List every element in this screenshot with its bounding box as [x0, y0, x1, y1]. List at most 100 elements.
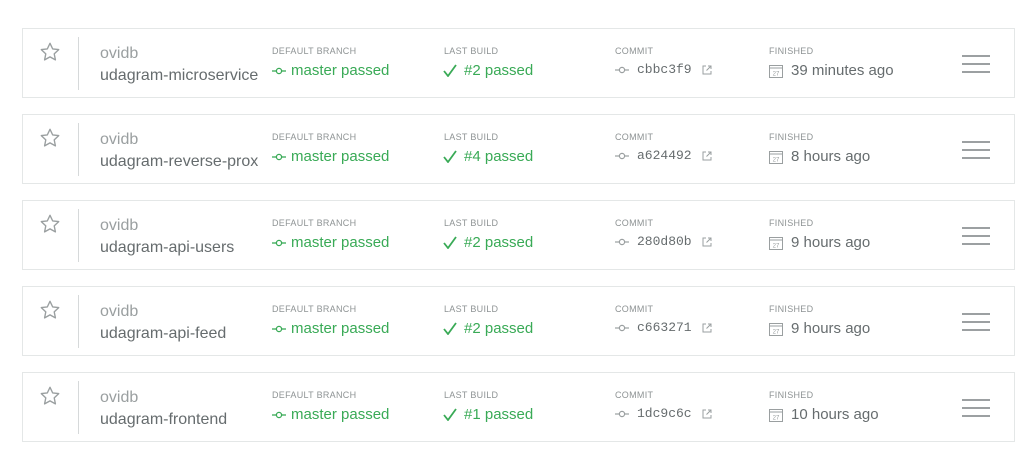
default-branch-text: master passed: [291, 148, 390, 165]
commit-icon: [615, 66, 629, 73]
commit-value: c663271: [615, 320, 712, 335]
default-branch-status[interactable]: master passed: [272, 320, 389, 337]
finished-value: 27 10 hours ago: [769, 406, 879, 423]
repo-name-link[interactable]: udagram-api-feed: [100, 325, 258, 343]
check-icon: [443, 150, 457, 163]
commit-hash: c663271: [637, 320, 692, 335]
default-branch-status[interactable]: master passed: [272, 62, 389, 79]
last-build-label: LAST BUILD: [444, 46, 499, 56]
external-link-icon[interactable]: [702, 409, 712, 419]
finished-text: 9 hours ago: [791, 320, 871, 337]
branch-icon: [272, 411, 286, 418]
commit-hash: a624492: [637, 148, 692, 163]
commit-hash: cbbc3f9: [637, 62, 692, 77]
finished-value: 27 8 hours ago: [769, 148, 870, 165]
commit-hash: 1dc9c6c: [637, 406, 692, 421]
commit-label: COMMIT: [615, 218, 654, 228]
star-icon[interactable]: [39, 385, 61, 407]
last-build-text: #1 passed: [464, 406, 534, 423]
repo-name-link[interactable]: udagram-api-users: [100, 239, 258, 257]
commit-hash: 280d80b: [637, 234, 692, 249]
svg-text:27: 27: [773, 243, 780, 249]
commit-label: COMMIT: [615, 390, 654, 400]
default-branch-status[interactable]: master passed: [272, 234, 389, 251]
repo-card: ovidb udagram-api-users DEFAULT BRANCH m…: [22, 200, 1015, 270]
repo-owner: ovidb: [100, 45, 139, 62]
last-build-link[interactable]: #2 passed: [443, 234, 533, 251]
svg-text:27: 27: [773, 415, 780, 421]
check-icon: [443, 322, 457, 335]
menu-icon[interactable]: [962, 399, 990, 417]
last-build-link[interactable]: #4 passed: [443, 148, 533, 165]
finished-text: 8 hours ago: [791, 148, 871, 165]
branch-icon: [272, 239, 286, 246]
default-branch-status[interactable]: master passed: [272, 148, 389, 165]
repo-card: ovidb udagram-reverse-proxy DEFAULT BRAN…: [22, 114, 1015, 184]
repo-owner: ovidb: [100, 303, 139, 320]
finished-label: FINISHED: [769, 304, 814, 314]
finished-label: FINISHED: [769, 132, 814, 142]
external-link-icon[interactable]: [702, 323, 712, 333]
last-build-label: LAST BUILD: [444, 390, 499, 400]
last-build-link[interactable]: #2 passed: [443, 62, 533, 79]
default-branch-label: DEFAULT BRANCH: [272, 390, 357, 400]
last-build-label: LAST BUILD: [444, 218, 499, 228]
commit-value: 280d80b: [615, 234, 712, 249]
external-link-icon[interactable]: [702, 151, 712, 161]
calendar-icon: 27: [769, 408, 783, 422]
commit-icon: [615, 238, 629, 245]
branch-icon: [272, 153, 286, 160]
menu-icon[interactable]: [962, 313, 990, 331]
last-build-text: #2 passed: [464, 234, 534, 251]
commit-icon: [615, 152, 629, 159]
menu-icon[interactable]: [962, 227, 990, 245]
divider: [78, 37, 79, 90]
commit-value: 1dc9c6c: [615, 406, 712, 421]
default-branch-text: master passed: [291, 62, 390, 79]
star-icon[interactable]: [39, 41, 61, 63]
commit-icon: [615, 410, 629, 417]
check-icon: [443, 408, 457, 421]
default-branch-label: DEFAULT BRANCH: [272, 218, 357, 228]
check-icon: [443, 64, 457, 77]
default-branch-text: master passed: [291, 320, 390, 337]
menu-icon[interactable]: [962, 141, 990, 159]
repo-name-link[interactable]: udagram-frontend: [100, 411, 258, 429]
repo-owner: ovidb: [100, 131, 139, 148]
last-build-text: #2 passed: [464, 62, 534, 79]
last-build-label: LAST BUILD: [444, 304, 499, 314]
last-build-link[interactable]: #1 passed: [443, 406, 533, 423]
commit-icon: [615, 324, 629, 331]
star-icon[interactable]: [39, 299, 61, 321]
last-build-link[interactable]: #2 passed: [443, 320, 533, 337]
finished-value: 27 39 minutes ago: [769, 62, 894, 79]
svg-text:27: 27: [773, 71, 780, 77]
repo-name-link[interactable]: udagram-reverse-proxy: [100, 153, 258, 171]
finished-label: FINISHED: [769, 390, 814, 400]
divider: [78, 381, 79, 434]
finished-label: FINISHED: [769, 46, 814, 56]
finished-text: 39 minutes ago: [791, 62, 894, 79]
star-icon[interactable]: [39, 127, 61, 149]
calendar-icon: 27: [769, 64, 783, 78]
branch-icon: [272, 67, 286, 74]
commit-label: COMMIT: [615, 132, 654, 142]
external-link-icon[interactable]: [702, 65, 712, 75]
menu-icon[interactable]: [962, 55, 990, 73]
repo-name-link[interactable]: udagram-microservices: [100, 67, 258, 85]
star-icon[interactable]: [39, 213, 61, 235]
divider: [78, 295, 79, 348]
calendar-icon: 27: [769, 322, 783, 336]
repo-owner: ovidb: [100, 389, 139, 406]
calendar-icon: 27: [769, 150, 783, 164]
divider: [78, 123, 79, 176]
default-branch-label: DEFAULT BRANCH: [272, 304, 357, 314]
finished-value: 27 9 hours ago: [769, 234, 870, 251]
external-link-icon[interactable]: [702, 237, 712, 247]
repo-card: ovidb udagram-microservices DEFAULT BRAN…: [22, 28, 1015, 98]
finished-text: 9 hours ago: [791, 234, 871, 251]
calendar-icon: 27: [769, 236, 783, 250]
default-branch-text: master passed: [291, 406, 390, 423]
default-branch-status[interactable]: master passed: [272, 406, 389, 423]
finished-value: 27 9 hours ago: [769, 320, 870, 337]
